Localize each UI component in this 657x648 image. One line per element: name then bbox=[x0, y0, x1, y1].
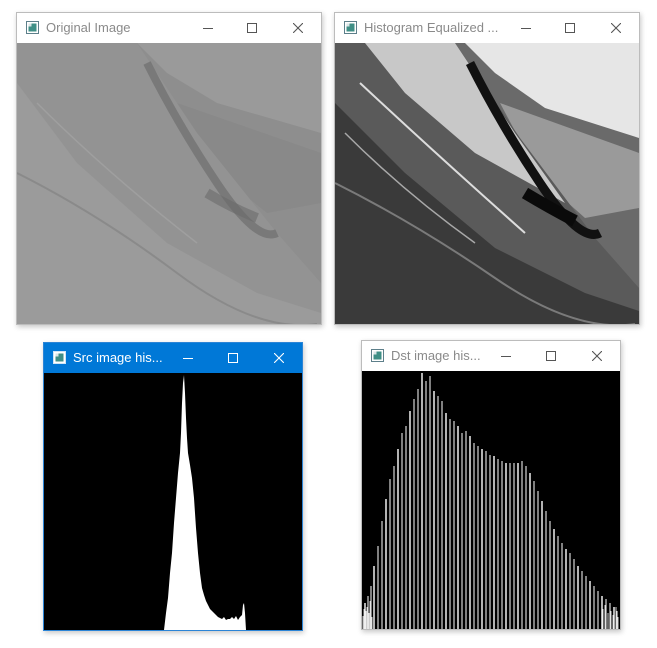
close-icon bbox=[611, 23, 621, 33]
minimize-button[interactable] bbox=[484, 341, 528, 371]
minimize-button[interactable] bbox=[186, 13, 230, 43]
maximize-button[interactable] bbox=[548, 13, 592, 43]
dst-histogram-canvas bbox=[362, 371, 620, 629]
window-title: Histogram Equalized ... bbox=[364, 20, 499, 35]
app-window-icon bbox=[344, 21, 357, 34]
close-button[interactable] bbox=[594, 13, 638, 43]
minimize-icon bbox=[203, 28, 213, 29]
maximize-icon bbox=[546, 351, 556, 361]
window-original-image[interactable]: Original Image bbox=[16, 12, 322, 325]
src-histogram-plot bbox=[44, 373, 302, 630]
minimize-button[interactable] bbox=[166, 343, 210, 373]
maximize-icon bbox=[228, 353, 238, 363]
app-window-icon bbox=[371, 349, 384, 362]
hillside-photo-original bbox=[17, 43, 321, 324]
minimize-button[interactable] bbox=[504, 13, 548, 43]
hillside-photo-equalized bbox=[335, 43, 639, 324]
window-title: Src image his... bbox=[73, 350, 163, 365]
original-image-canvas bbox=[17, 43, 321, 324]
minimize-icon bbox=[183, 358, 193, 359]
minimize-icon bbox=[521, 28, 531, 29]
dst-histogram-plot bbox=[362, 371, 620, 629]
window-dst-histogram[interactable]: Dst image his... bbox=[361, 340, 621, 630]
close-icon bbox=[592, 351, 602, 361]
maximize-button[interactable] bbox=[230, 13, 274, 43]
title-bar[interactable]: Histogram Equalized ... bbox=[335, 13, 639, 43]
maximize-button[interactable] bbox=[529, 341, 573, 371]
close-button[interactable] bbox=[257, 343, 301, 373]
app-window-icon bbox=[53, 351, 66, 364]
maximize-button[interactable] bbox=[211, 343, 255, 373]
close-button[interactable] bbox=[276, 13, 320, 43]
window-histogram-equalized[interactable]: Histogram Equalized ... bbox=[334, 12, 640, 325]
close-icon bbox=[293, 23, 303, 33]
equalized-image-canvas bbox=[335, 43, 639, 324]
title-bar[interactable]: Src image his... bbox=[44, 343, 302, 373]
src-histogram-canvas bbox=[44, 373, 302, 630]
maximize-icon bbox=[247, 23, 257, 33]
maximize-icon bbox=[565, 23, 575, 33]
window-title: Dst image his... bbox=[391, 348, 481, 363]
close-icon bbox=[274, 353, 284, 363]
close-button[interactable] bbox=[575, 341, 619, 371]
title-bar[interactable]: Dst image his... bbox=[362, 341, 620, 371]
window-src-histogram[interactable]: Src image his... bbox=[43, 342, 303, 631]
app-window-icon bbox=[26, 21, 39, 34]
window-title: Original Image bbox=[46, 20, 131, 35]
title-bar[interactable]: Original Image bbox=[17, 13, 321, 43]
minimize-icon bbox=[501, 356, 511, 357]
